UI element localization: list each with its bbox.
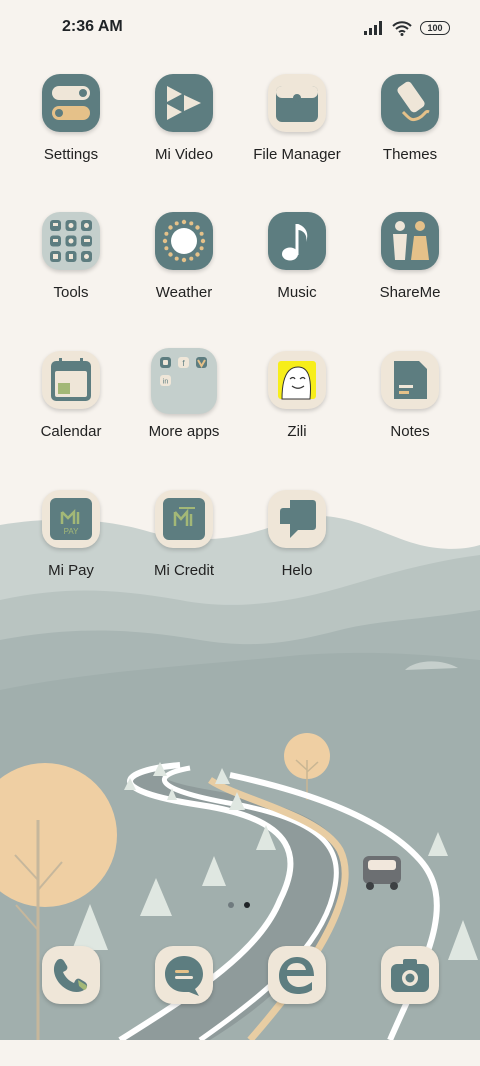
mi-video-icon (155, 74, 213, 132)
zili-icon (268, 351, 326, 409)
app-label: Themes (382, 146, 438, 163)
app-themes[interactable]: Themes (355, 74, 465, 194)
app-label: Mi Credit (153, 562, 214, 579)
app-label: Calendar (40, 423, 102, 440)
app-more-apps[interactable]: f in More apps (129, 348, 239, 471)
themes-icon (381, 74, 439, 132)
page-dot[interactable] (228, 902, 234, 908)
app-label: Helo (281, 562, 313, 579)
app-zili[interactable]: Zili (242, 351, 352, 471)
mi-pay-icon: PAY (42, 490, 100, 548)
app-mi-video[interactable]: Mi Video (129, 74, 239, 194)
app-weather[interactable]: Weather (129, 212, 239, 332)
app-label: Mi Video (154, 146, 214, 163)
app-settings[interactable]: Settings (16, 74, 126, 194)
app-file-manager[interactable]: File Manager (242, 74, 352, 194)
app-music[interactable]: Music (242, 212, 352, 332)
dock-messages[interactable] (129, 946, 239, 1066)
tools-folder-icon (42, 212, 100, 270)
app-shareme[interactable]: ShareMe (355, 212, 465, 332)
calendar-icon (42, 351, 100, 409)
weather-icon (155, 212, 213, 270)
mi-credit-icon (155, 490, 213, 548)
app-label: More apps (148, 423, 220, 440)
messages-icon (155, 946, 213, 1004)
status-bar: 2:36 AM 100 (0, 0, 480, 56)
app-mi-credit[interactable]: Mi Credit (129, 490, 239, 610)
music-icon (268, 212, 326, 270)
more-apps-folder-icon: f in (151, 348, 217, 414)
app-tools[interactable]: Tools (16, 212, 126, 332)
page-dot-active[interactable] (244, 902, 250, 908)
helo-icon (268, 490, 326, 548)
dock-phone[interactable] (16, 946, 126, 1066)
svg-text:PAY: PAY (64, 527, 79, 536)
app-helo[interactable]: Helo (242, 490, 352, 610)
app-label: File Manager (253, 146, 341, 163)
notes-icon (381, 351, 439, 409)
app-label: Settings (43, 146, 99, 163)
svg-text:in: in (163, 379, 169, 386)
status-time: 2:36 AM (62, 18, 123, 35)
browser-icon (268, 946, 326, 1004)
app-notes[interactable]: Notes (355, 351, 465, 471)
wifi-icon (392, 21, 412, 36)
camera-icon (381, 946, 439, 1004)
signal-icon (364, 21, 382, 35)
dock-camera[interactable] (355, 946, 465, 1066)
settings-icon (42, 74, 100, 132)
page-indicator (228, 902, 250, 908)
app-label: Weather (155, 284, 213, 301)
battery-icon: 100 (420, 21, 450, 35)
file-manager-icon (268, 74, 326, 132)
app-label: Zili (287, 423, 307, 440)
status-icons: 100 (364, 18, 450, 38)
app-label: Tools (53, 284, 89, 301)
app-label: Music (277, 284, 317, 301)
app-label: Mi Pay (48, 562, 94, 579)
app-label: ShareMe (379, 284, 441, 301)
app-mi-pay[interactable]: PAY Mi Pay (16, 490, 126, 610)
app-label: Notes (390, 423, 430, 440)
app-calendar[interactable]: Calendar (16, 351, 126, 471)
phone-icon (42, 946, 100, 1004)
dock-browser[interactable] (242, 946, 352, 1066)
shareme-icon (381, 212, 439, 270)
